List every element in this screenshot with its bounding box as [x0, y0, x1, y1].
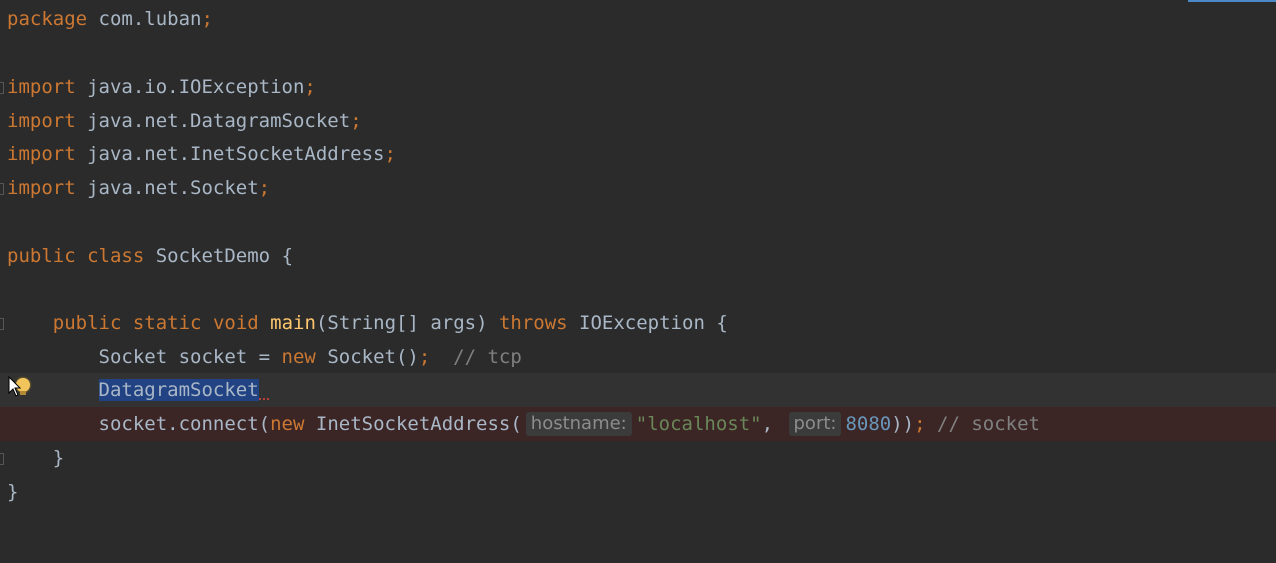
mouse-pointer-icon: [8, 376, 22, 397]
import-path: java.net.Socket: [75, 177, 259, 199]
code-text: socket.connect(: [98, 413, 271, 435]
fold-marker-icon[interactable]: [0, 183, 4, 195]
code-line-socket: Socket socket = new Socket(); // tcp: [0, 340, 1276, 374]
code-line-main-method: public static void main(String[] args) t…: [0, 306, 1276, 340]
code-line-connect-error: socket.connect(new InetSocketAddress(hos…: [0, 407, 1276, 441]
method-params: (String[] args): [315, 312, 499, 334]
keyword: throws: [498, 312, 568, 334]
keyword: class: [87, 245, 145, 267]
keyword: import: [7, 177, 76, 199]
string-literal: "localhost": [635, 413, 762, 435]
selected-text[interactable]: DatagramSocket: [98, 379, 259, 401]
class-name: SocketDemo {: [144, 245, 294, 267]
keyword: new: [281, 346, 316, 368]
semicolon: ;: [258, 177, 271, 199]
package-name: com.luban: [87, 8, 202, 30]
exception-type: IOException {: [567, 312, 728, 334]
fold-marker-icon[interactable]: [0, 453, 4, 465]
fold-marker-icon[interactable]: [0, 318, 4, 330]
number-literal: 8080: [845, 413, 892, 435]
import-path: java.io.IOException: [75, 76, 305, 98]
semicolon: ;: [384, 143, 396, 165]
code-line-import: import java.io.IOException;: [0, 70, 1276, 104]
code-text: Socket(): [315, 346, 419, 368]
code-line-import: import java.net.DatagramSocket;: [0, 104, 1276, 138]
keyword: new: [270, 413, 305, 435]
keyword: public: [7, 245, 76, 267]
closing-brace: }: [7, 481, 19, 503]
code-text: )): [891, 413, 915, 435]
import-path: java.net.DatagramSocket: [75, 110, 351, 132]
comment: // tcp: [453, 346, 522, 368]
fold-marker-icon[interactable]: [0, 82, 4, 94]
keyword: import: [7, 110, 76, 132]
error-squiggle: [258, 394, 269, 400]
code-line-method-close: }: [0, 441, 1276, 475]
import-path: java.net.InetSocketAddress: [75, 143, 385, 165]
code-line-current[interactable]: DatagramSocket: [0, 373, 1276, 407]
keyword: package: [7, 8, 88, 30]
keyword: public: [52, 312, 122, 334]
semicolon: ;: [914, 413, 926, 435]
keyword: static: [132, 312, 202, 334]
parameter-hint-hostname: hostname:: [525, 412, 632, 436]
keyword: import: [7, 143, 76, 165]
semicolon: ;: [201, 8, 213, 30]
code-line-class-close: }: [0, 475, 1276, 509]
semicolon: ;: [350, 110, 362, 132]
code-line-import: import java.net.Socket;: [0, 171, 1276, 205]
keyword: import: [7, 76, 76, 98]
keyword: void: [212, 312, 259, 334]
code-line-package: package com.luban;: [0, 2, 1276, 36]
code-text: Socket socket =: [98, 346, 282, 368]
comma: ,: [761, 413, 774, 435]
code-text: InetSocketAddress(: [304, 413, 522, 435]
comment: // socket: [937, 413, 1040, 435]
closing-brace: }: [52, 447, 65, 469]
semicolon: ;: [304, 76, 316, 98]
parameter-hint-port: port:: [788, 412, 842, 436]
code-editor[interactable]: package com.luban; import java.io.IOExce…: [0, 0, 1276, 563]
code-line-import: import java.net.InetSocketAddress;: [0, 137, 1276, 171]
code-line-class-declaration: public class SocketDemo {: [0, 239, 1276, 273]
semicolon: ;: [418, 346, 431, 368]
method-name: main: [270, 312, 316, 334]
